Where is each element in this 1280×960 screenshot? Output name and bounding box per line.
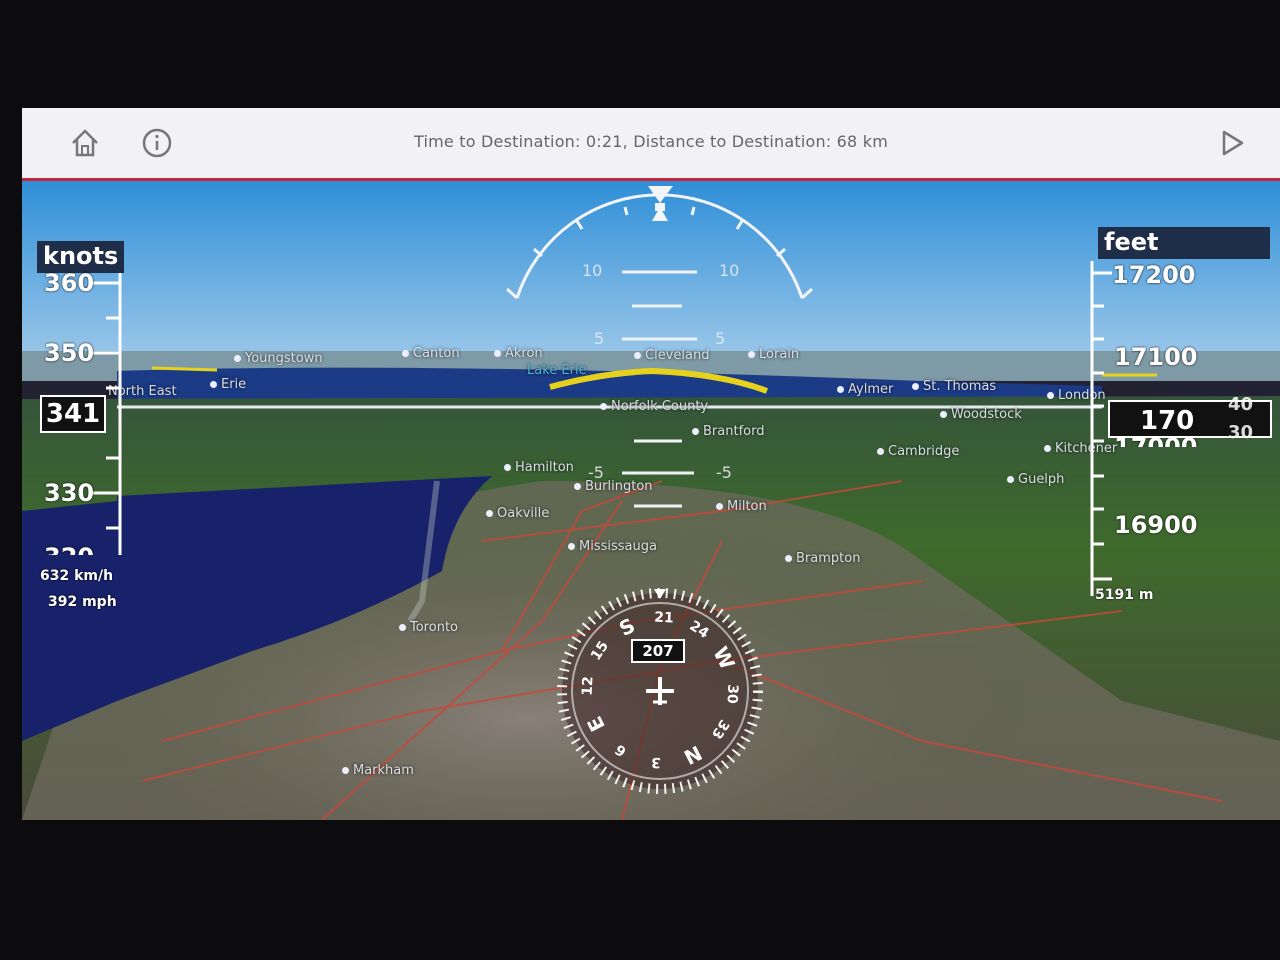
place-label: Akron [494, 346, 543, 361]
altitude-tick: 16900 [1114, 511, 1198, 539]
altitude-tick: 17100 [1114, 343, 1198, 371]
lake-label: Lake Erie [527, 363, 587, 378]
place-label: Burlington [574, 479, 653, 494]
pitch-label: -5 [716, 463, 732, 482]
place-label: Cambridge [877, 444, 959, 459]
ife-screen: Time to Destination: 0:21, Distance to D… [22, 108, 1280, 820]
place-label: Erie [210, 377, 246, 392]
compass-label: 12 [579, 676, 597, 697]
place-label: Youngstown [234, 351, 323, 366]
flight-view: Youngstown Canton Akron Cleveland Lorain… [22, 181, 1280, 820]
airspeed-tick: 360 [44, 269, 95, 297]
altitude-meters: 5191 m [1095, 587, 1154, 603]
trip-info-text: Time to Destination: 0:21, Distance to D… [414, 132, 888, 151]
airspeed-readout: 341 [40, 395, 106, 433]
airspeed-tick: 330 [44, 479, 95, 507]
compass-label: 21 [653, 609, 674, 627]
airspeed-tick: 320 [44, 543, 94, 555]
place-label: Aylmer [837, 382, 893, 397]
airspeed-kmh: 632 km/h [40, 568, 114, 584]
altitude-tick: 17200 [1112, 261, 1196, 289]
pitch-label: 5 [594, 329, 605, 348]
heading-readout: 207 [631, 639, 685, 663]
pitch-label: -5 [588, 463, 604, 482]
place-label: Brampton [785, 551, 860, 566]
airspeed-tick: 350 [44, 339, 95, 367]
compass-label: 30 [723, 683, 741, 704]
altitude-unit: feet [1098, 227, 1270, 259]
altitude-rolling-lower: 30 [1228, 422, 1254, 443]
pitch-label: 10 [719, 261, 740, 280]
altitude-rolling-upper: 40 [1228, 394, 1254, 415]
place-label: Norfolk County [600, 399, 708, 414]
place-label: Markham [342, 763, 414, 778]
pitch-label: 10 [582, 261, 603, 280]
altitude-readout: 170 40 30 [1108, 396, 1272, 442]
place-label: St. Thomas [912, 379, 996, 394]
place-label: Oakville [486, 506, 549, 521]
place-label: Milton [716, 499, 767, 514]
compass-label: 3 [650, 753, 662, 771]
place-label: Brantford [692, 424, 764, 439]
place-label: Hamilton [504, 460, 574, 475]
altitude-readout-main: 170 [1140, 406, 1195, 436]
place-label: Lorain [748, 347, 799, 362]
pitch-label: 5 [715, 329, 726, 348]
place-label: Woodstock [940, 407, 1022, 422]
place-label: Toronto [399, 620, 458, 635]
top-bar: Time to Destination: 0:21, Distance to D… [22, 108, 1280, 181]
place-label: Mississauga [568, 539, 657, 554]
play-icon[interactable] [1215, 126, 1249, 160]
place-label: Guelph [1007, 472, 1064, 487]
place-label: Canton [402, 346, 460, 361]
place-label: Cleveland [634, 348, 709, 363]
airspeed-mph: 392 mph [48, 594, 117, 610]
